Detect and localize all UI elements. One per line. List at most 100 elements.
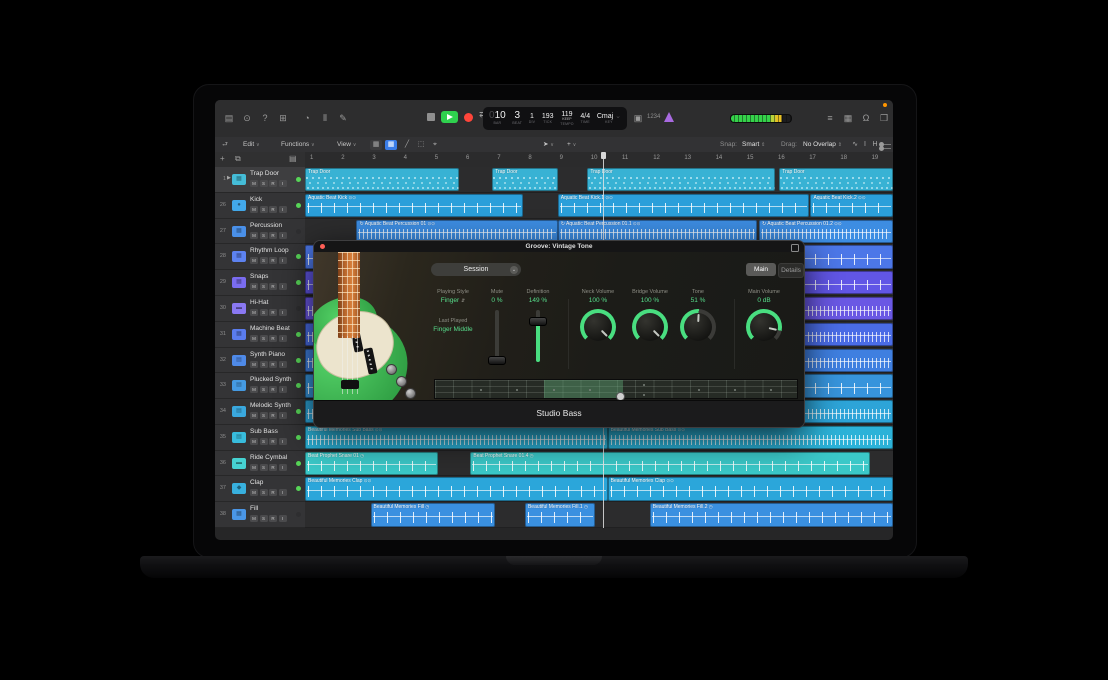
track-header-plucked-synth[interactable]: 33▤Plucked SynthMSRI [215, 373, 305, 399]
i-button[interactable]: I [279, 180, 287, 187]
lcd-display[interactable]: 010BAR 3BEAT 1DIV 193TICK 119KEEPTEMPO 4… [483, 107, 627, 130]
link-window-icon[interactable] [791, 244, 799, 252]
bridge-volume-control[interactable]: Bridge Volume 100 % [624, 289, 676, 345]
tab-details[interactable]: Details [778, 263, 804, 278]
preset-selector[interactable]: Session ⌄ [431, 263, 521, 276]
region-beautiful-memories-fill[interactable]: Beautiful Memories Fill ◷ [371, 503, 496, 526]
mute-slider[interactable] [495, 310, 499, 362]
stop-button[interactable] [427, 113, 435, 121]
marquee-icon[interactable]: ⬚ [415, 140, 427, 150]
functions-menu[interactable]: Functions ∨ [281, 140, 315, 150]
catch-playhead-icon[interactable]: ⌖ [429, 140, 441, 150]
track-header-machine-beat[interactable]: 31▦Machine BeatMSRI [215, 322, 305, 348]
i-button[interactable]: I [279, 386, 287, 393]
vertical-zoom-slider[interactable] [879, 144, 891, 145]
r-button[interactable]: R [269, 412, 277, 419]
regions-view-icon[interactable]: ▦ [385, 140, 397, 150]
r-button[interactable]: R [269, 489, 277, 496]
main-volume-control[interactable]: Main Volume 0 dB [738, 289, 790, 345]
r-button[interactable]: R [269, 180, 277, 187]
pointer-tool-menu[interactable]: ➤ ∨ [543, 140, 554, 150]
s-button[interactable]: S [260, 283, 268, 290]
m-button[interactable]: M [250, 257, 258, 264]
track-header-hi-hat[interactable]: 30▬Hi-HatMSRI [215, 296, 305, 322]
m-button[interactable]: M [250, 309, 258, 316]
track-header-sub-bass[interactable]: 35▤Sub BassMSRI [215, 425, 305, 451]
i-button[interactable]: I [279, 309, 287, 316]
i-button[interactable]: I [279, 464, 287, 471]
track-header-snaps[interactable]: 29▦SnapsMSRI [215, 270, 305, 296]
toolbar-toggle-icon[interactable]: ⊞ [276, 112, 290, 125]
track-header-rhythm-loop[interactable]: 28▦Rhythm LoopMSRI [215, 244, 305, 270]
r-button[interactable]: R [269, 335, 277, 342]
m-button[interactable]: M [250, 515, 258, 522]
r-button[interactable]: R [269, 515, 277, 522]
track-header-fill[interactable]: 38▦FillMSRI [215, 502, 305, 528]
drag-menu[interactable]: No Overlap ⇕ [803, 140, 842, 150]
slider-handle[interactable] [488, 356, 506, 365]
i-button[interactable]: I [279, 361, 287, 368]
m-button[interactable]: M [250, 180, 258, 187]
track-header-trap-door[interactable]: 1▶▦Trap DoorMSRI [215, 167, 305, 193]
region-beat-prophet-snare-01-4[interactable]: Beat Prophet Snare 01.4 ◷ [470, 452, 869, 475]
fretboard-display[interactable] [434, 379, 798, 399]
region-aquatic-beat-kick-1[interactable]: Aquatic Beat Kick.1 ⊙⊙ [558, 194, 809, 217]
s-button[interactable]: S [260, 309, 268, 316]
definition-control[interactable]: Definition 149 % [520, 289, 556, 362]
main-volume-knob[interactable] [746, 309, 782, 345]
s-button[interactable]: S [260, 438, 268, 445]
s-button[interactable]: S [260, 515, 268, 522]
editors-icon[interactable]: ✎ [336, 112, 350, 125]
bridge-volume-knob[interactable] [632, 309, 668, 345]
track-header-ride-cymbal[interactable]: 36▬Ride CymbalMSRI [215, 451, 305, 477]
s-button[interactable]: S [260, 257, 268, 264]
key-signature-menu[interactable]: Cmaj ⌄KEY [597, 113, 621, 125]
r-button[interactable]: R [269, 309, 277, 316]
region-beautiful-memories-clap[interactable]: Beautiful Memories Clap ⊙⊙ [305, 477, 608, 500]
track-header-synth-piano[interactable]: 32▤Synth PianoMSRI [215, 348, 305, 374]
i-button[interactable]: I [279, 257, 287, 264]
r-button[interactable]: R [269, 257, 277, 264]
r-button[interactable]: R [269, 283, 277, 290]
i-button[interactable]: I [279, 438, 287, 445]
slider-handle[interactable] [529, 317, 547, 326]
track-header-options-icon[interactable]: ▤ [289, 154, 297, 164]
lcd-mode-icon[interactable]: ▣ [631, 112, 645, 125]
i-button[interactable]: I [279, 335, 287, 342]
r-button[interactable]: R [269, 464, 277, 471]
i-button[interactable]: I [279, 412, 287, 419]
smart-controls-icon[interactable]: ◔ [300, 112, 314, 125]
region-beautiful-memories-sub-bass[interactable]: Beautiful Memories Sub Bass ⊙⊙ [608, 426, 893, 449]
horizontal-zoom-slider[interactable] [879, 148, 891, 149]
s-button[interactable]: S [260, 206, 268, 213]
neck-volume-knob[interactable] [580, 309, 616, 345]
s-button[interactable]: S [260, 386, 268, 393]
library-icon[interactable]: ▤ [222, 112, 236, 125]
duplicate-track-button[interactable]: ⧉ [235, 154, 241, 164]
m-button[interactable]: M [250, 386, 258, 393]
region-aquatic-beat-kick[interactable]: Aquatic Beat Kick ⊙⊙ [305, 194, 523, 217]
inspector-icon[interactable]: ⊙ [240, 112, 254, 125]
region-trap-door[interactable]: Trap Door [305, 168, 459, 191]
s-button[interactable]: S [260, 232, 268, 239]
tone-control[interactable]: Tone 51 % [674, 289, 722, 345]
apple-loops-icon[interactable]: Ω [859, 112, 873, 125]
grid-view-icon[interactable]: ▦ [370, 140, 382, 150]
m-button[interactable]: M [250, 361, 258, 368]
plugin-window[interactable]: Groove: Vintage Tone [313, 240, 805, 428]
bar-ruler[interactable]: 12345678910111213141516171819 [305, 152, 893, 168]
count-in-button[interactable]: 1234 [647, 114, 660, 120]
play-button[interactable] [441, 111, 458, 123]
r-button[interactable]: R [269, 361, 277, 368]
mixer-icon[interactable]: ⫴ [318, 112, 332, 125]
m-button[interactable]: M [250, 232, 258, 239]
tone-knob[interactable] [680, 309, 716, 345]
i-button[interactable]: I [279, 489, 287, 496]
i-button[interactable]: I [279, 515, 287, 522]
m-button[interactable]: M [250, 464, 258, 471]
tab-main[interactable]: Main [746, 263, 776, 276]
add-track-button[interactable]: + [220, 154, 225, 164]
back-icon[interactable]: ⮐ [222, 140, 228, 149]
region-beautiful-memories-clap[interactable]: Beautiful Memories Clap ⊙⊙ [608, 477, 893, 500]
track-header-kick[interactable]: 26●KickMSRI [215, 193, 305, 219]
